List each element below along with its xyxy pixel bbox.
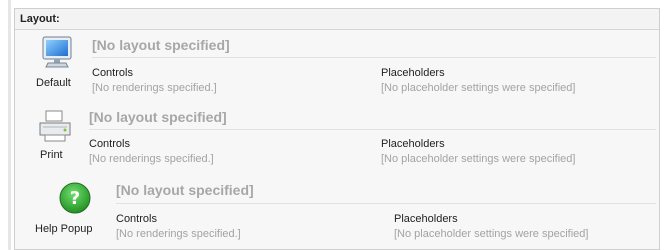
svg-text:?: ? — [70, 188, 80, 209]
controls-label: Controls — [116, 213, 157, 225]
device-help-popup: ? Help Popup [No layout specified] Contr… — [15, 173, 659, 249]
divider — [89, 129, 656, 130]
controls-label: Controls — [89, 138, 130, 150]
device-label-print: Print — [40, 149, 63, 161]
device-print: Print [No layout specified] Controls [No… — [15, 101, 659, 171]
printer-icon[interactable] — [37, 109, 73, 143]
section-title: Layout: — [15, 9, 659, 30]
left-border — [8, 0, 11, 250]
monitor-icon[interactable] — [39, 36, 75, 70]
controls-value: [No renderings specified.] — [89, 153, 214, 165]
layout-title-help-popup: [No layout specified] — [116, 182, 254, 198]
placeholders-value: [No placeholder settings were specified] — [394, 228, 589, 240]
controls-value: [No renderings specified.] — [92, 82, 217, 94]
controls-label: Controls — [92, 67, 133, 79]
device-default: Default [No layout specified] Controls [… — [15, 30, 659, 100]
layout-title-default: [No layout specified] — [92, 37, 230, 53]
placeholders-label: Placeholders — [381, 138, 445, 150]
placeholders-label: Placeholders — [381, 67, 445, 79]
placeholders-label: Placeholders — [394, 213, 458, 225]
layout-panel: Layout: Default [No layout specified] Co… — [14, 8, 660, 250]
device-label-help-popup: Help Popup — [35, 223, 93, 235]
divider — [92, 57, 656, 58]
help-icon[interactable]: ? — [58, 181, 92, 215]
controls-value: [No renderings specified.] — [116, 228, 241, 240]
layout-title-print: [No layout specified] — [89, 109, 227, 125]
placeholders-value: [No placeholder settings were specified] — [381, 82, 576, 94]
device-label-default: Default — [36, 77, 71, 89]
placeholders-value: [No placeholder settings were specified] — [381, 153, 576, 165]
divider — [116, 203, 656, 204]
